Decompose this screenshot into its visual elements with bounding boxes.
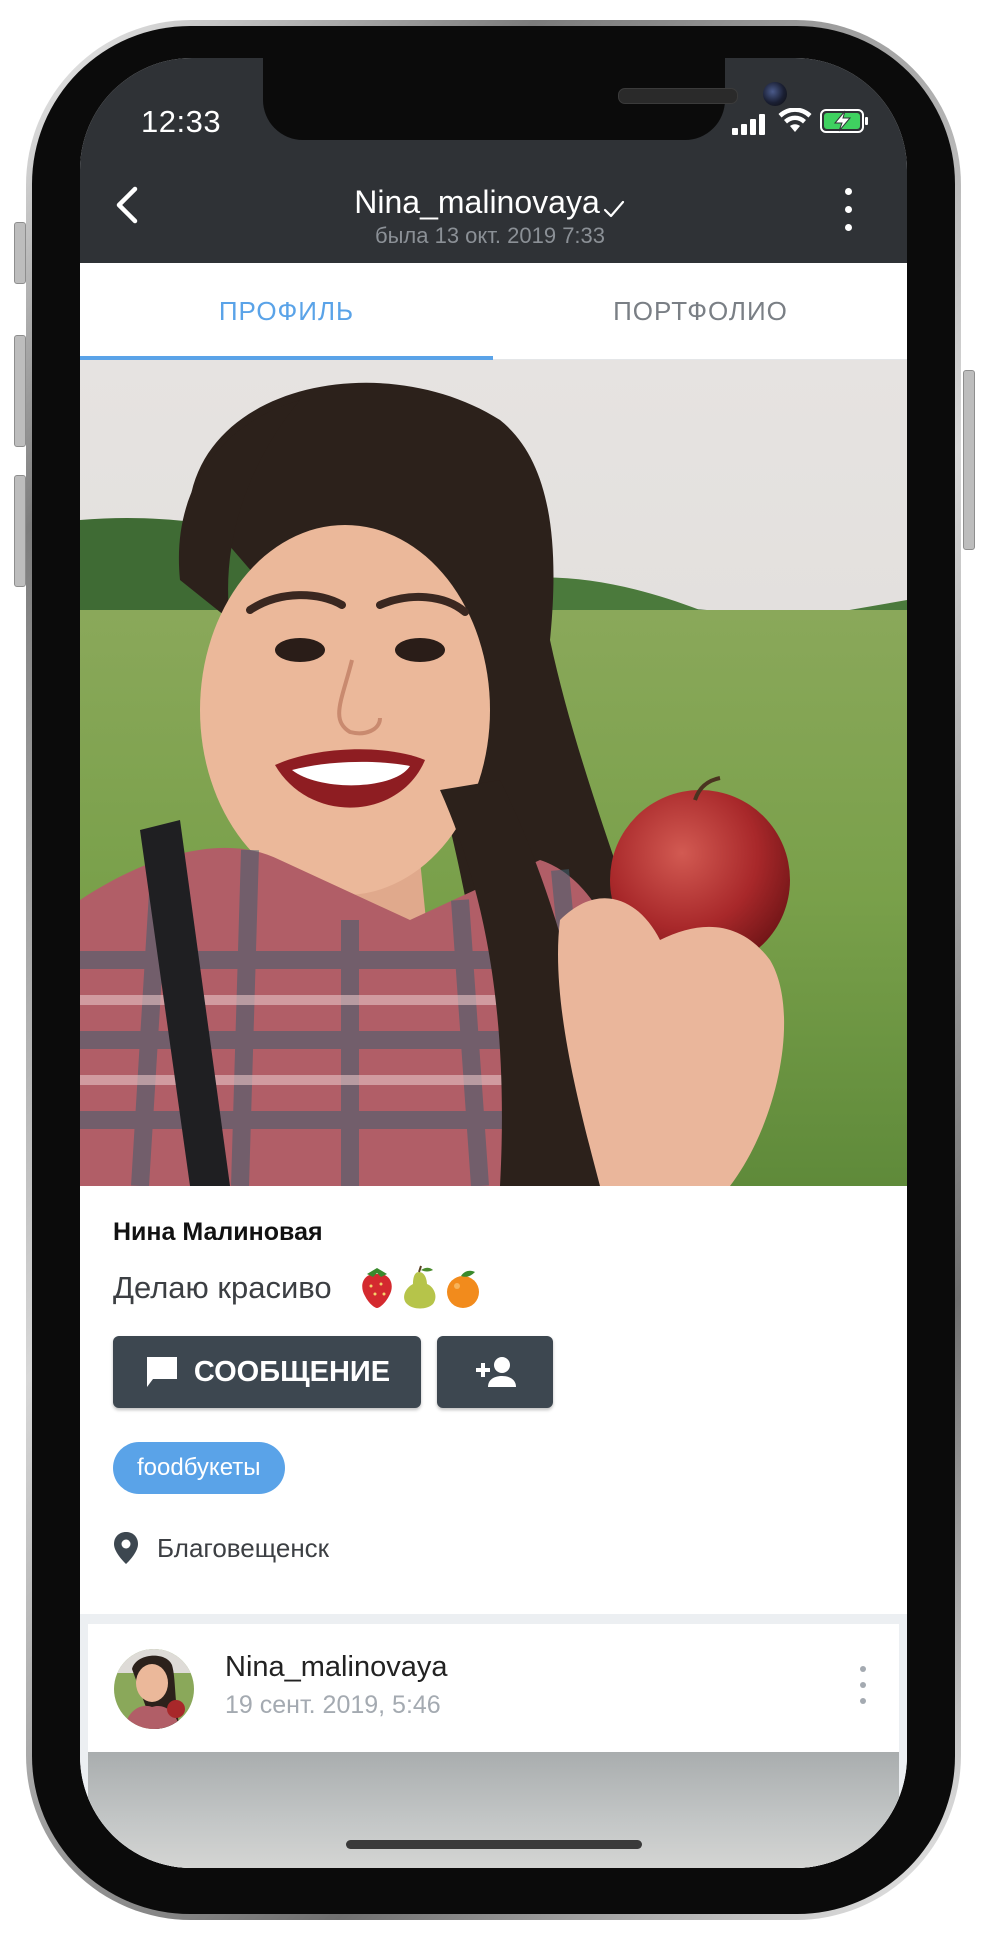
- tab-portfolio[interactable]: ПОРТФОЛИО: [494, 263, 907, 359]
- header-title-block: Nina_malinovaya была 13 окт. 2019 7:33: [240, 184, 740, 249]
- cellular-signal-icon: [732, 113, 772, 135]
- last-seen-text: была 13 окт. 2019 7:33: [374, 223, 606, 248]
- pear-icon: [404, 1265, 436, 1309]
- location-text: Благовещенск: [157, 1532, 330, 1563]
- add-friend-button[interactable]: [437, 1336, 553, 1408]
- location-row: Благовещенск: [113, 1528, 329, 1568]
- home-indicator[interactable]: [346, 1840, 642, 1849]
- profile-display-name: Нина Малиновая: [113, 1218, 323, 1246]
- volume-down-button: [14, 475, 26, 587]
- notch: [263, 58, 787, 140]
- app-header: 12:33 Nina_malinovaya была 13 окт. 2019 …: [80, 58, 907, 263]
- post-date: 19 сент. 2019, 5:46: [225, 1691, 441, 1719]
- header-username: Nina_malinovaya: [354, 184, 600, 220]
- status-emoji-row: [362, 1265, 479, 1309]
- tab-profile[interactable]: ПРОФИЛЬ: [80, 263, 493, 359]
- phone-screen: 12:33 Nina_malinovaya была 13 окт. 2019 …: [80, 58, 907, 1868]
- profile-photo[interactable]: [80, 360, 907, 1186]
- strawberry-icon: [362, 1268, 392, 1308]
- message-button-label: СООБЩЕНИЕ: [193, 1355, 391, 1388]
- person-add-icon: [476, 1357, 516, 1387]
- tangerine-icon: [447, 1270, 479, 1308]
- chat-bubble-icon: [146, 1357, 177, 1387]
- volume-up-button: [14, 335, 26, 447]
- location-pin-icon: [114, 1532, 138, 1564]
- post-username[interactable]: Nina_malinovaya: [225, 1651, 447, 1684]
- avatar[interactable]: [114, 1649, 194, 1729]
- status-time: 12:33: [141, 104, 222, 139]
- battery-charging-icon: [820, 109, 868, 133]
- wifi-icon: [778, 108, 812, 132]
- message-button[interactable]: СООБЩЕНИЕ: [113, 1336, 421, 1408]
- back-button[interactable]: [100, 176, 158, 234]
- feed-post-card: Nina_malinovaya 19 сент. 2019, 5:46: [88, 1624, 899, 1868]
- post-more-vertical-icon[interactable]: [852, 1664, 874, 1710]
- category-tag[interactable]: foodбукеты: [113, 1442, 285, 1494]
- post-image[interactable]: [88, 1752, 899, 1868]
- profile-tabs: ПРОФИЛЬ ПОРТФОЛИО: [80, 263, 907, 360]
- checkmark-icon: [603, 200, 624, 217]
- front-camera: [763, 82, 787, 106]
- more-vertical-icon[interactable]: [832, 182, 864, 238]
- power-button: [963, 370, 975, 550]
- silent-switch: [14, 222, 26, 284]
- profile-status: Делаю красиво: [113, 1270, 332, 1305]
- speaker-grille: [618, 88, 738, 104]
